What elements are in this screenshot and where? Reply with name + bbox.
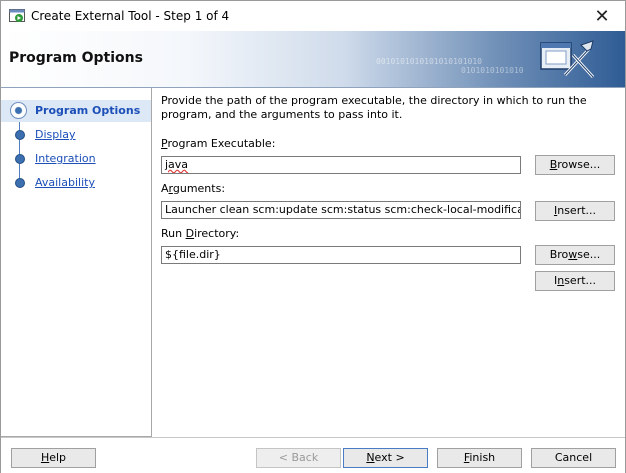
arguments-input[interactable]: Launcher clean scm:update scm:status scm…: [161, 201, 521, 219]
step-dot-icon: [15, 130, 25, 140]
tool-wizard-icon: [540, 40, 595, 79]
run-directory-label: Run Directory:: [161, 227, 240, 240]
banner-decor-binary-2: 0101010101010: [461, 66, 524, 75]
step-dot-icon: [15, 178, 25, 188]
instructions-text: Provide the path of the program executab…: [161, 94, 587, 121]
nav-step-label: Program Options: [35, 104, 141, 117]
help-button[interactable]: Help: [11, 448, 96, 468]
insert-arguments-button[interactable]: Insert...: [535, 201, 615, 221]
program-executable-label: Program Executable:: [161, 137, 276, 150]
program-executable-input[interactable]: java: [161, 156, 521, 174]
next-button[interactable]: Next >: [343, 448, 428, 468]
close-icon: ✕: [594, 5, 610, 27]
nav-step-display[interactable]: Display: [1, 124, 151, 146]
app-icon: [9, 9, 25, 22]
close-button[interactable]: ✕: [579, 1, 625, 31]
dialog-window: Create External Tool - Step 1 of 4 ✕ Pro…: [0, 0, 626, 473]
nav-step-label: Availability: [35, 176, 95, 189]
run-directory-input[interactable]: ${file.dir}: [161, 246, 521, 264]
page-title: Program Options: [9, 50, 143, 66]
insert-directory-button[interactable]: Insert...: [535, 271, 615, 291]
arguments-label: Arguments:: [161, 182, 226, 195]
cancel-button[interactable]: Cancel: [531, 448, 616, 468]
back-button[interactable]: < Back: [256, 448, 341, 468]
wizard-steps-nav: Program Options Display Integration Avai…: [1, 88, 152, 437]
nav-step-label: Display: [35, 128, 76, 141]
step-dot-icon: [15, 154, 25, 164]
nav-step-integration[interactable]: Integration: [1, 148, 151, 170]
browse-executable-button[interactable]: Browse...: [535, 155, 615, 175]
browse-directory-button[interactable]: Browse...: [535, 245, 615, 265]
header-banner: Program Options 0010101010101010101010 0…: [1, 31, 625, 88]
finish-button[interactable]: Finish: [437, 448, 522, 468]
banner-decor-binary: 0010101010101010101010: [376, 57, 482, 66]
window-title: Create External Tool - Step 1 of 4: [31, 9, 230, 23]
nav-step-label: Integration: [35, 152, 96, 165]
current-step-icon: [10, 102, 27, 119]
title-bar: Create External Tool - Step 1 of 4 ✕: [1, 1, 625, 31]
nav-step-availability[interactable]: Availability: [1, 172, 151, 194]
dialog-footer: Help < Back Next > Finish Cancel: [1, 438, 625, 473]
nav-step-program-options[interactable]: Program Options: [1, 100, 151, 122]
